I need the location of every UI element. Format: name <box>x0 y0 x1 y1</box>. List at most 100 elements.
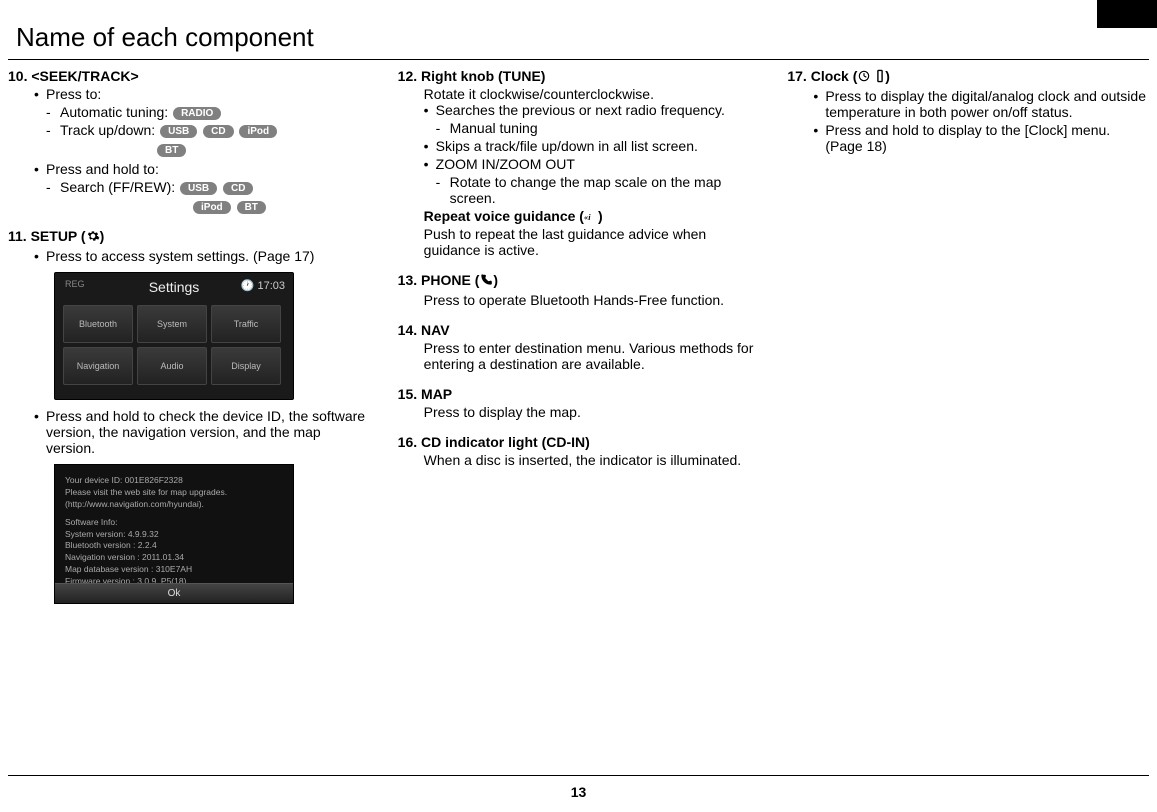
shot1-time-val: 17:03 <box>257 280 285 292</box>
pill-usb-2: USB <box>180 182 217 195</box>
shot1-cell-system: System <box>137 305 207 343</box>
shot2-l2: Please visit the web site for map upgrad… <box>65 487 283 499</box>
section-15-num: 15. <box>398 386 417 402</box>
shot2-l6: Bluetooth version : 2.2.4 <box>65 540 283 552</box>
shot1-reg: REG <box>65 279 85 289</box>
clock-digital-icon <box>875 69 885 86</box>
s17-b1: Press to display the digital/analog cloc… <box>813 88 1149 120</box>
shot2-l1: Your device ID: 001E826F2328 <box>65 475 283 487</box>
s16-body: When a disc is inserted, the indicator i… <box>398 452 760 468</box>
shot1-cell-bluetooth: Bluetooth <box>63 305 133 343</box>
s10-press-hold: Press and hold to: <box>34 161 370 177</box>
s10-track-updown-text: Track up/down: <box>60 122 159 138</box>
section-11-title-end: ) <box>100 228 105 244</box>
pill-cd-2: CD <box>223 182 253 195</box>
s12-b1: Searches the previous or next radio freq… <box>424 102 760 118</box>
s10-track-updown: Track up/down: USB CD iPod <box>46 122 370 138</box>
pill-radio: RADIO <box>173 107 221 120</box>
section-14-title: NAV <box>417 322 449 338</box>
section-16: 16. CD indicator light (CD-IN) When a di… <box>398 434 760 468</box>
s17-b2: Press and hold to display to the [Clock]… <box>813 122 1149 154</box>
s11-line2: Press and hold to check the device ID, t… <box>34 408 370 456</box>
section-17: 17. Clock ( ) Press to display the digit… <box>787 68 1149 154</box>
s14-body: Press to enter destination menu. Various… <box>398 340 760 372</box>
s12-repeat-body: Push to repeat the last guidance advice … <box>424 226 760 258</box>
section-17-heading: 17. Clock ( ) <box>787 68 1149 86</box>
section-11-title: SETUP ( <box>27 228 86 244</box>
shot2-l3: (http://www.navigation.com/hyundai). <box>65 499 283 511</box>
s15-body: Press to display the map. <box>398 404 760 420</box>
page-title: Name of each component <box>8 0 1149 60</box>
section-13-title1: PHONE ( <box>417 272 479 288</box>
section-13-heading: 13. PHONE () <box>398 272 760 290</box>
s12-b1d: Manual tuning <box>436 120 760 136</box>
shot1-cell-audio: Audio <box>137 347 207 385</box>
s10-search-ffrew: Search (FF/REW): USB CD <box>46 179 370 195</box>
column-1: 10. <SEEK/TRACK> Press to: Automatic tun… <box>8 68 370 618</box>
section-12-title: Right knob (TUNE) <box>417 68 545 84</box>
shot1-cell-display: Display <box>211 347 281 385</box>
s10-auto-tuning: Automatic tuning: RADIO <box>46 104 370 120</box>
section-15: 15. MAP Press to display the map. <box>398 386 760 420</box>
s13-body: Press to operate Bluetooth Hands-Free fu… <box>398 292 760 308</box>
section-11-heading: 11. SETUP () <box>8 228 370 246</box>
content-columns: 10. <SEEK/TRACK> Press to: Automatic tun… <box>0 60 1157 618</box>
pill-bt-1: BT <box>157 144 186 157</box>
section-13-num: 13. <box>398 272 417 288</box>
deviceinfo-screenshot: Your device ID: 001E826F2328 Please visi… <box>54 464 294 604</box>
s12-rotate: Rotate it clockwise/counterclockwise. <box>424 86 760 102</box>
section-14: 14. NAV Press to enter destination menu.… <box>398 322 760 372</box>
shot1-cell-navigation: Navigation <box>63 347 133 385</box>
section-10-title: <SEEK/TRACK> <box>27 68 138 84</box>
shot2-l7: Navigation version : 2011.01.34 <box>65 552 283 564</box>
section-12-num: 12. <box>398 68 417 84</box>
shot1-time: 🕐 17:03 <box>241 279 285 292</box>
s12-b3d: Rotate to change the map scale on the ma… <box>436 174 760 206</box>
gear-icon <box>86 229 100 246</box>
footer-rule <box>8 775 1149 776</box>
s12-b2: Skips a track/file up/down in all list s… <box>424 138 760 154</box>
s10-search-row2: iPod BT <box>34 198 370 214</box>
s12-b3: ZOOM IN/ZOOM OUT <box>424 156 760 172</box>
section-12-heading: 12. Right knob (TUNE) <box>398 68 760 84</box>
section-15-title: MAP <box>417 386 452 402</box>
s10-press-to: Press to: <box>34 86 370 102</box>
s12-repeat-head: Repeat voice guidance («i) <box>424 208 760 226</box>
clock-analog-icon <box>857 69 871 86</box>
pill-ipod-2: iPod <box>193 201 231 214</box>
s12-repeat-head-2: ) <box>598 208 603 224</box>
s10-search-ffrew-text: Search (FF/REW): <box>60 179 179 195</box>
section-13-title2: ) <box>493 272 498 288</box>
section-17-num: 17. <box>787 68 806 84</box>
shot2-l4: Software Info: <box>65 517 283 529</box>
shot1-grid: Bluetooth System Traffic Navigation Audi… <box>55 295 293 395</box>
section-16-title: CD indicator light (CD-IN) <box>417 434 590 450</box>
section-16-num: 16. <box>398 434 417 450</box>
shot1-cell-traffic: Traffic <box>211 305 281 343</box>
column-3: 17. Clock ( ) Press to display the digit… <box>787 68 1149 618</box>
shot2-l8: Map database version : 310E7AH <box>65 564 283 576</box>
section-17-title2: ) <box>885 68 890 84</box>
pill-cd-1: CD <box>203 125 233 138</box>
voice-icon: «i <box>584 210 598 226</box>
section-10-num: 10. <box>8 68 27 84</box>
phone-icon <box>479 273 493 290</box>
svg-text:«i: «i <box>584 213 591 222</box>
s10-auto-tuning-text: Automatic tuning: <box>60 104 172 120</box>
section-10: 10. <SEEK/TRACK> Press to: Automatic tun… <box>8 68 370 214</box>
settings-screenshot: REG Settings 🕐 17:03 Bluetooth System Tr… <box>54 272 294 400</box>
page-number: 13 <box>0 784 1157 800</box>
s11-line1: Press to access system settings. (Page 1… <box>34 248 370 264</box>
shot2-ok: Ok <box>55 583 293 603</box>
s10-track-updown-row2: BT <box>34 141 370 157</box>
pill-bt-2: BT <box>237 201 266 214</box>
shot2-l5: System version: 4.9.9.32 <box>65 529 283 541</box>
section-11-num: 11. <box>8 228 27 244</box>
section-16-heading: 16. CD indicator light (CD-IN) <box>398 434 760 450</box>
section-17-title1: Clock ( <box>807 68 858 84</box>
s12-repeat-head-1: Repeat voice guidance ( <box>424 208 584 224</box>
section-13: 13. PHONE () Press to operate Bluetooth … <box>398 272 760 308</box>
section-10-heading: 10. <SEEK/TRACK> <box>8 68 370 84</box>
section-14-heading: 14. NAV <box>398 322 760 338</box>
section-14-num: 14. <box>398 322 417 338</box>
